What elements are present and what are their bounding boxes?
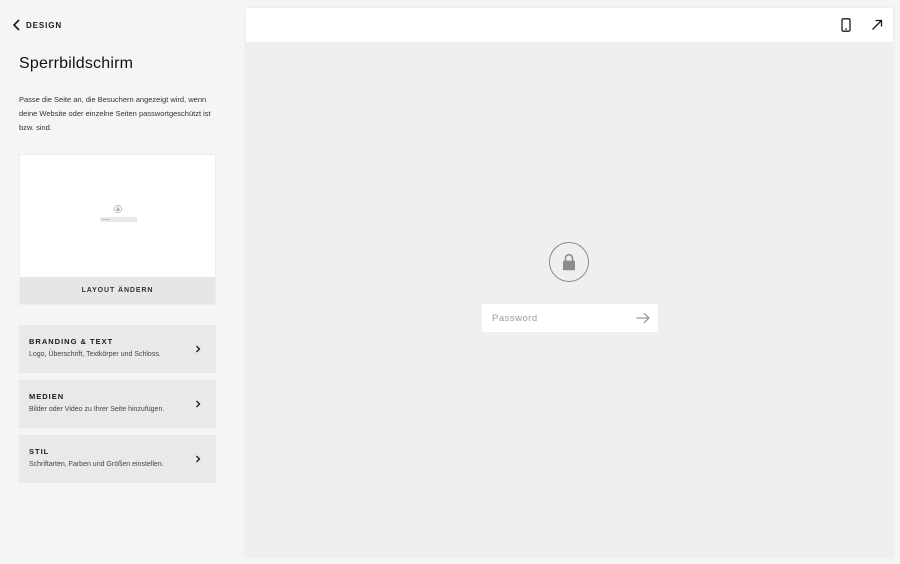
chevron-left-icon: [12, 19, 20, 31]
design-sidebar: DESIGN Sperrbildschirm Passe die Seite a…: [0, 0, 236, 564]
menu-item-style[interactable]: STIL Schriftarten, Farben und Größen ein…: [19, 435, 216, 483]
menu-item-media[interactable]: MEDIEN Bilder oder Video zu Ihrer Seite …: [19, 380, 216, 428]
menu-item-subtitle: Schriftarten, Farben und Größen einstell…: [29, 461, 164, 468]
chevron-right-icon: [196, 345, 201, 353]
fullscreen-preview-button[interactable]: [869, 17, 885, 33]
password-form: [482, 304, 658, 332]
mobile-preview-button[interactable]: [838, 17, 854, 33]
back-label: DESIGN: [26, 20, 63, 30]
menu-item-title: MEDIEN: [29, 392, 65, 401]
chevron-right-icon: [196, 400, 201, 408]
back-to-design-link[interactable]: DESIGN: [12, 17, 62, 33]
menu-item-subtitle: Bilder oder Video zu Ihrer Seite hinzufü…: [29, 406, 165, 413]
site-preview: [246, 8, 893, 557]
arrow-right-icon[interactable]: [636, 312, 650, 324]
panel-description: Passe die Seite an, die Besuchern angeze…: [19, 95, 211, 132]
menu-item-title: BRANDING & TEXT: [29, 337, 114, 346]
page-title: Sperrbildschirm: [19, 55, 134, 72]
layout-thumbnail: [100, 205, 137, 222]
lock-badge: [549, 242, 589, 282]
menu-item-branding-text[interactable]: BRANDING & TEXT Logo, Überschrift, Textk…: [19, 325, 216, 373]
preview-toolbar: [246, 8, 893, 42]
chevron-right-icon: [196, 455, 201, 463]
change-layout-button[interactable]: LAYOUT ÄNDERN: [20, 277, 215, 304]
mobile-icon: [841, 18, 851, 32]
lock-icon: [563, 253, 575, 271]
password-input[interactable]: [482, 304, 632, 332]
expand-icon: [872, 19, 883, 30]
menu-item-title: STIL: [29, 447, 50, 456]
menu-item-subtitle: Logo, Überschrift, Textkörper und Schlos…: [29, 351, 161, 358]
layout-card: LAYOUT ÄNDERN: [19, 154, 216, 305]
